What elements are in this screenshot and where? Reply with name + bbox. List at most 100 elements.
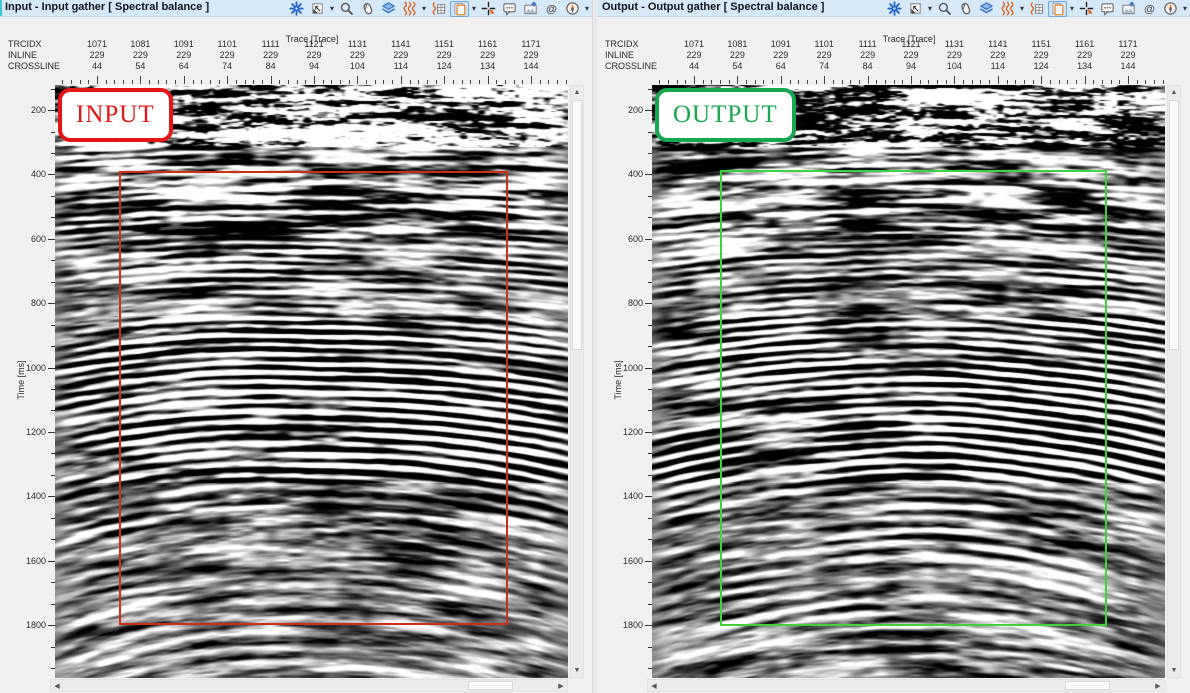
scroll-up-button[interactable]: ▲ bbox=[1168, 86, 1180, 99]
horizontal-scroll-thumb[interactable] bbox=[1065, 681, 1110, 690]
crosshair-pick-icon bbox=[481, 1, 496, 16]
layers-button[interactable] bbox=[379, 1, 398, 17]
time-tick-label: 1600 bbox=[16, 556, 46, 566]
trace-header-value: 1111 bbox=[846, 39, 890, 49]
time-tick bbox=[645, 174, 652, 175]
time-tick bbox=[645, 561, 652, 562]
snapshot-export-button[interactable] bbox=[521, 1, 540, 17]
seek-location-button[interactable]: @ bbox=[1140, 1, 1159, 17]
trace-tick bbox=[1067, 80, 1068, 84]
resize-mode-icon bbox=[310, 1, 325, 16]
settings-gear-button[interactable] bbox=[287, 1, 306, 17]
annotation-label-text: INPUT bbox=[76, 101, 155, 129]
dropdown-arrow-icon[interactable]: ▾ bbox=[471, 1, 477, 17]
horizontal-scrollbar[interactable]: ◀ ▶ bbox=[50, 679, 568, 692]
dropdown-arrow-icon[interactable]: ▾ bbox=[1182, 1, 1188, 17]
zoom-button[interactable] bbox=[337, 1, 356, 17]
trace-header-value: 229 bbox=[205, 50, 249, 60]
vertical-scrollbar[interactable]: ▲ ▼ bbox=[570, 85, 584, 678]
crosshair-pick-button[interactable] bbox=[1077, 1, 1096, 17]
crosshair-pick-button[interactable] bbox=[479, 1, 498, 17]
compass-orientation-button[interactable] bbox=[563, 1, 582, 17]
dropdown-arrow-icon[interactable]: ▾ bbox=[421, 1, 427, 17]
trace-tick bbox=[462, 80, 463, 84]
mouse-tool-button[interactable] bbox=[358, 1, 377, 17]
trace-header-value: 229 bbox=[75, 50, 119, 60]
scroll-left-button[interactable]: ◀ bbox=[648, 680, 660, 691]
comment-button[interactable] bbox=[1098, 1, 1117, 17]
horizontal-scrollbar[interactable]: ◀ ▶ bbox=[647, 679, 1165, 692]
trace-tick bbox=[140, 76, 141, 84]
trace-tick bbox=[790, 80, 791, 84]
scroll-down-button[interactable]: ▼ bbox=[1168, 664, 1180, 677]
wiggle-display-button[interactable] bbox=[998, 1, 1017, 17]
time-tick-label: 400 bbox=[16, 169, 46, 179]
dropdown-arrow-icon[interactable]: ▾ bbox=[329, 1, 335, 17]
comment-button[interactable] bbox=[500, 1, 519, 17]
trace-header-value: 1121 bbox=[889, 39, 933, 49]
gather-pages-button[interactable] bbox=[450, 1, 469, 17]
layers-button[interactable] bbox=[977, 1, 996, 17]
trace-tick bbox=[201, 80, 202, 84]
time-tick bbox=[645, 432, 652, 433]
mouse-tool-icon bbox=[958, 1, 973, 16]
trace-tick bbox=[972, 80, 973, 84]
vertical-scrollbar[interactable]: ▲ ▼ bbox=[1167, 85, 1181, 678]
svg-text:@: @ bbox=[546, 3, 557, 15]
compass-orientation-button[interactable] bbox=[1161, 1, 1180, 17]
trace-header-value: 229 bbox=[932, 50, 976, 60]
layers-icon bbox=[381, 1, 396, 16]
trace-tick bbox=[737, 76, 738, 84]
output-label-annotation[interactable]: OUTPUT bbox=[655, 88, 796, 142]
annotation-rect[interactable] bbox=[119, 171, 508, 625]
scroll-left-button[interactable]: ◀ bbox=[51, 680, 63, 691]
horizontal-scroll-thumb[interactable] bbox=[468, 681, 513, 690]
scroll-right-button[interactable]: ▶ bbox=[555, 680, 567, 691]
mouse-tool-button[interactable] bbox=[956, 1, 975, 17]
input-label-annotation[interactable]: INPUT bbox=[58, 88, 173, 142]
trace-header-value: 1121 bbox=[292, 39, 336, 49]
zoom-button[interactable] bbox=[935, 1, 954, 17]
trace-header-value: 144 bbox=[1106, 61, 1150, 71]
dropdown-arrow-icon[interactable]: ▾ bbox=[584, 1, 590, 17]
trace-grid-button[interactable] bbox=[429, 1, 448, 17]
snapshot-export-icon bbox=[1121, 1, 1136, 16]
compass-orientation-icon bbox=[1163, 1, 1178, 16]
time-tick-label: 1800 bbox=[613, 620, 643, 630]
wiggle-display-button[interactable] bbox=[400, 1, 419, 17]
trace-tick bbox=[1059, 80, 1060, 84]
trace-tick bbox=[166, 80, 167, 84]
trace-tick bbox=[401, 76, 402, 84]
trace-tick bbox=[444, 76, 445, 84]
resize-mode-button[interactable] bbox=[308, 1, 327, 17]
scroll-up-button[interactable]: ▲ bbox=[571, 86, 583, 99]
gather-pages-icon bbox=[1050, 1, 1065, 16]
trace-grid-button[interactable] bbox=[1027, 1, 1046, 17]
dropdown-arrow-icon[interactable]: ▾ bbox=[927, 1, 933, 17]
dropdown-arrow-icon[interactable]: ▾ bbox=[1069, 1, 1075, 17]
gather-pages-button[interactable] bbox=[1048, 1, 1067, 17]
vertical-scroll-thumb[interactable] bbox=[1169, 100, 1179, 350]
dropdown-arrow-icon[interactable]: ▾ bbox=[1019, 1, 1025, 17]
trace-tick bbox=[80, 80, 81, 84]
compass-orientation-icon bbox=[565, 1, 580, 16]
vertical-scroll-thumb[interactable] bbox=[572, 100, 582, 350]
scroll-down-button[interactable]: ▼ bbox=[571, 664, 583, 677]
annotation-rect[interactable] bbox=[720, 170, 1107, 626]
trace-tick bbox=[763, 80, 764, 84]
panel-toolbar: ▾ ▾ ▾ @ ▾ bbox=[287, 0, 590, 17]
time-tick-label: 600 bbox=[613, 234, 643, 244]
resize-mode-button[interactable] bbox=[906, 1, 925, 17]
trace-tick bbox=[989, 80, 990, 84]
settings-gear-button[interactable] bbox=[885, 1, 904, 17]
trace-header-value: 104 bbox=[335, 61, 379, 71]
trace-tick bbox=[271, 76, 272, 84]
trace-tick bbox=[383, 80, 384, 84]
trace-header-value: 1071 bbox=[672, 39, 716, 49]
header-row-label: CROSSLINE bbox=[8, 61, 60, 71]
snapshot-export-button[interactable] bbox=[1119, 1, 1138, 17]
trace-tick bbox=[505, 80, 506, 84]
scroll-right-button[interactable]: ▶ bbox=[1152, 680, 1164, 691]
seek-location-button[interactable]: @ bbox=[542, 1, 561, 17]
trace-tick bbox=[149, 80, 150, 84]
